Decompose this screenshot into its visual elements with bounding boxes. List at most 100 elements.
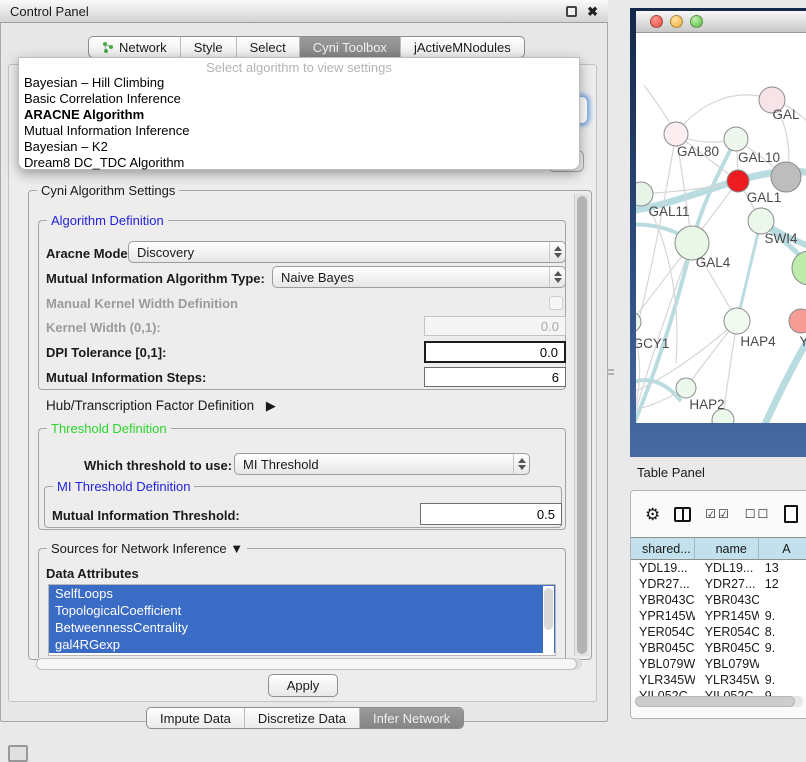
table-row[interactable]: YDR27...YDR27...12 [631,576,806,592]
manual-kernel-checkbox[interactable] [549,296,563,310]
node-hap2[interactable] [676,378,696,398]
hub-section-toggle[interactable]: Hub/Transcription Factor Definition ▶ [46,398,276,414]
mi-steps-label: Mutual Information Steps: [46,370,206,385]
table-row[interactable]: YBR043CYBR043C [631,592,806,608]
table-body: YDL19...YDL19...13YDR27...YDR27...12YBR0… [631,560,806,696]
node-hap4[interactable] [724,308,750,334]
kernel-width-field[interactable] [424,316,566,336]
table-row[interactable]: YBR045CYBR045C9. [631,640,806,656]
node-label: GAL11 [648,204,689,219]
table-horizontal-scrollbar[interactable] [635,696,803,707]
data-attributes-label: Data Attributes [46,566,139,581]
node-gray[interactable] [771,162,801,192]
mi-threshold-label: Mutual Information Threshold: [52,508,240,523]
node-gal11[interactable] [636,182,653,206]
select-all-checkboxes-icon[interactable]: ☑☑ [705,507,731,521]
algorithm-option[interactable]: ARACNE Algorithm [19,107,579,123]
column-header[interactable]: name [695,538,759,559]
close-panel-icon[interactable]: ✖ [587,6,598,17]
control-panel-title: Control Panel [10,4,566,19]
algorithm-option[interactable]: Basic Correlation Inference [19,91,579,107]
dpi-tolerance-label: DPI Tolerance [0,1]: [46,345,166,360]
tab-jactivemnodules[interactable]: jActiveMNodules [400,37,524,57]
algorithm-option[interactable]: Mutual Information Inference [19,123,579,139]
table-row[interactable]: YLR345WYLR345W9. [631,672,806,688]
node-gal80[interactable] [664,122,688,146]
column-header[interactable]: shared... [631,538,695,559]
deselect-all-checkboxes-icon[interactable]: ☐☐ [745,507,771,521]
which-threshold-combo[interactable]: MI Threshold [234,453,530,475]
attribute-list-item[interactable]: TopologicalCoefficient [49,602,555,619]
network-edge[interactable] [737,221,761,321]
node-label: GAL4 [696,255,731,270]
combo-stepper-icon [513,454,529,474]
aracne-mode-label: Aracne Mode: [46,246,132,261]
column-header[interactable]: A [759,538,806,559]
algorithm-dropdown-list: Bayesian – Hill ClimbingBasic Correlatio… [19,75,579,171]
table-panel-window: ⚙ ☑☑ ☐☐ shared...nameA YDL19...YDL19...1… [630,490,806,719]
attribute-list-item[interactable]: BetweennessCentrality [49,619,555,636]
algorithm-dropdown-placeholder: Select algorithm to view settings [19,60,579,75]
sources-group-title: Sources for Network Inference ▼ [47,541,247,556]
algorithm-dropdown-popup: Select algorithm to view settings Bayesi… [18,57,580,170]
node-gal10[interactable] [724,127,748,151]
dpi-tolerance-field[interactable] [424,341,566,363]
algorithm-option[interactable]: Bayesian – K2 [19,139,579,155]
data-attributes-list: SelfLoopsTopologicalCoefficientBetweenne… [48,584,556,656]
attributes-list-scrollbar[interactable] [543,586,554,654]
tab-select[interactable]: Select [236,37,299,57]
zoom-window-icon[interactable] [690,15,703,28]
mi-threshold-group-title: MI Threshold Definition [53,479,194,494]
attribute-list-item[interactable]: SelfLoops [49,585,555,602]
manual-kernel-label: Manual Kernel Width Definition [46,296,238,311]
node-gal1[interactable] [727,170,749,192]
settings-horizontal-scrollbar[interactable] [36,658,582,670]
mi-threshold-field[interactable] [420,503,562,525]
gear-icon[interactable]: ⚙ [645,506,660,523]
kernel-width-label: Kernel Width (0,1): [46,320,161,335]
panel-splitter-handle[interactable] [607,366,614,378]
tab-cyni-toolbox[interactable]: Cyni Toolbox [299,37,400,57]
settings-group-title: Cyni Algorithm Settings [37,183,179,198]
network-edge[interactable] [676,95,772,134]
table-panel-toolbar: ⚙ ☑☑ ☐☐ [631,491,806,538]
node-label: GCY1 [636,336,669,351]
algorithm-definition-title: Algorithm Definition [47,213,168,228]
tab-style[interactable]: Style [180,37,236,57]
table-row[interactable]: YIL052CYIL052C9 [631,688,806,696]
close-window-icon[interactable] [650,15,663,28]
expand-arrow-icon[interactable]: ▶ [266,398,276,413]
float-panel-icon[interactable] [566,6,577,17]
apply-button[interactable]: Apply [268,674,338,697]
collapse-arrow-icon[interactable]: ▼ [230,541,243,556]
node-label: GAL10 [738,150,780,165]
minimize-window-icon[interactable] [670,15,683,28]
minimized-panel-icon[interactable] [8,745,28,762]
node-label: HAP2 [689,397,724,412]
node-label: GAL1 [747,190,782,205]
tab-infer-network[interactable]: Infer Network [359,708,463,728]
node-green-right[interactable] [792,251,806,285]
table-row[interactable]: YPR145WYPR145W9. [631,608,806,624]
table-row[interactable]: YDL19...YDL19...13 [631,560,806,576]
algorithm-option[interactable]: Dream8 DC_TDC Algorithm [19,155,579,171]
columns-icon[interactable] [674,507,691,522]
network-icon [102,41,114,53]
network-window-titlebar[interactable] [636,11,806,33]
tab-impute-data[interactable]: Impute Data [147,708,244,728]
tab-discretize-data[interactable]: Discretize Data [244,708,359,728]
network-canvas[interactable]: GALGAL80GAL10GAL1GAL11SWI4GAL4GCY1HAP4YH… [636,33,806,423]
attribute-list-item[interactable]: gal4RGexp [49,636,555,653]
algorithm-option[interactable]: Bayesian – Hill Climbing [19,75,579,91]
mi-steps-field[interactable] [424,367,566,387]
export-table-icon[interactable] [784,505,798,523]
aracne-mode-combo[interactable]: Discovery [128,241,566,263]
tab-network[interactable]: Network [89,37,180,57]
mi-type-combo[interactable]: Naive Bayes [272,266,566,288]
node-salmon[interactable] [789,309,806,333]
table-row[interactable]: YBL079WYBL079W [631,656,806,672]
table-row[interactable]: YER054CYER054C8. [631,624,806,640]
network-edge[interactable] [636,420,723,423]
node-label: HAP4 [740,334,776,349]
settings-vertical-scrollbar[interactable] [574,194,589,656]
